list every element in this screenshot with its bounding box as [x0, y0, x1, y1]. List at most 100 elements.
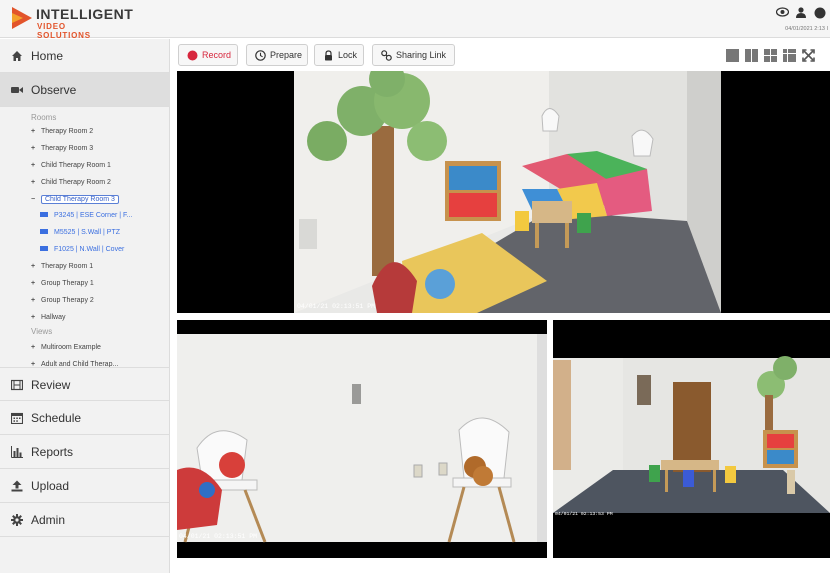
sharing-link-label: Sharing Link: [396, 50, 447, 60]
room-therapy-room-3[interactable]: + Therapy Room 3: [31, 145, 93, 152]
feed-timestamp: 04/01/21 02:13:53 PM: [555, 512, 613, 517]
eye-icon[interactable]: [775, 7, 790, 20]
camera-f1025[interactable]: F1025 | N.Wall | Cover: [40, 246, 124, 253]
nav-schedule[interactable]: Schedule: [0, 401, 170, 435]
clock-icon: [255, 50, 266, 61]
room-hallway[interactable]: + Hallway: [31, 314, 66, 321]
room-label: Hallway: [41, 314, 66, 321]
room-child-therapy-room-1[interactable]: + Child Therapy Room 1: [31, 162, 111, 169]
room-label: Therapy Room 2: [41, 128, 94, 135]
rooms-heading: Rooms: [31, 113, 57, 122]
room-therapy-room-1[interactable]: + Therapy Room 1: [31, 263, 93, 270]
link-icon: [381, 50, 392, 61]
feed-timestamp: 04/01/21 02:13:51 PM: [179, 533, 258, 540]
nav-observe[interactable]: Observe: [0, 73, 170, 107]
lock-icon: [323, 50, 334, 61]
room-label: Child Therapy Room 2: [41, 179, 111, 186]
lock-button[interactable]: Lock: [314, 44, 364, 66]
header-actions: 04/01/2021 2:13 I: [770, 4, 830, 34]
brand-subtitle: VIDEO SOLUTIONS: [37, 22, 91, 40]
brand-logo[interactable]: INTELLIGENT VIDEO SOLUTIONS: [12, 5, 133, 40]
nav-schedule-label: Schedule: [31, 411, 82, 425]
nav-review[interactable]: Review: [0, 367, 170, 401]
sidebar: Home Observe Rooms + Therapy Room 2 + Ther…: [0, 39, 170, 573]
room-label: Therapy Room 1: [41, 263, 94, 270]
camera-icon: [40, 246, 48, 251]
room-group-therapy-1[interactable]: + Group Therapy 1: [31, 280, 94, 287]
room-child-therapy-room-2[interactable]: + Child Therapy Room 2: [31, 179, 111, 186]
prepare-button[interactable]: Prepare: [246, 44, 308, 66]
expand-icon: +: [31, 128, 36, 135]
room-group-therapy-2[interactable]: + Group Therapy 2: [31, 297, 94, 304]
observe-subpanel: Rooms + Therapy Room 2 + Therapy Room 3 + C…: [0, 107, 170, 368]
camera-p3245[interactable]: P3245 | ESE Corner | F...: [40, 212, 132, 219]
calendar-icon: [10, 412, 24, 425]
camera-m5525[interactable]: M5525 | S.Wall | PTZ: [40, 229, 120, 236]
video-feed-left[interactable]: 04/01/21 02:13:51 PM: [177, 320, 547, 558]
view-label: Multiroom Example: [41, 344, 101, 351]
camera-label: P3245 | ESE Corner | F...: [54, 212, 133, 219]
expand-icon: +: [31, 297, 36, 304]
user-icon[interactable]: [796, 7, 806, 21]
nav-reports[interactable]: Reports: [0, 435, 170, 469]
header-datetime: 04/01/2021 2:13 I: [785, 26, 828, 32]
nav-home[interactable]: Home: [0, 39, 170, 73]
video-feed-right[interactable]: 04/01/21 02:13:53 PM: [553, 320, 830, 558]
room-label: Group Therapy 1: [41, 280, 94, 287]
upload-icon: [11, 480, 23, 492]
video-camera-icon: [11, 84, 23, 96]
nav-admin[interactable]: Admin: [0, 503, 170, 537]
two-column-layout-icon[interactable]: [745, 49, 758, 62]
expand-icon: +: [31, 344, 36, 351]
observe-toolbar: Record Prepare Lock Sharing Link: [170, 39, 830, 71]
fullscreen-icon[interactable]: [802, 49, 815, 62]
quad-layout-icon[interactable]: [764, 49, 777, 62]
lock-label: Lock: [338, 50, 358, 60]
nav-home-label: Home: [31, 49, 64, 63]
view-multiroom-example[interactable]: + Multiroom Example: [31, 344, 101, 351]
room-label-selected: Child Therapy Room 3: [41, 195, 119, 204]
record-label: Record: [202, 50, 232, 60]
camera-label: F1025 | N.Wall | Cover: [54, 246, 125, 253]
expand-icon: +: [31, 162, 36, 169]
film-icon: [10, 379, 24, 391]
nav-observe-label: Observe: [31, 83, 77, 97]
expand-icon: +: [31, 179, 36, 186]
nav-upload-label: Upload: [31, 479, 70, 493]
record-button[interactable]: Record: [178, 44, 238, 66]
expand-icon: +: [31, 263, 36, 270]
expand-icon: +: [31, 314, 36, 321]
prepare-label: Prepare: [270, 50, 303, 60]
help-icon[interactable]: [814, 7, 826, 22]
home-icon: [11, 50, 23, 62]
app-header: INTELLIGENT VIDEO SOLUTIONS 04/01/2021 2…: [0, 0, 830, 40]
corner-chairs-camera-image: [177, 320, 547, 558]
room-label: Child Therapy Room 1: [41, 162, 111, 169]
sharing-link-button[interactable]: Sharing Link: [372, 44, 455, 66]
collapse-icon: −: [31, 196, 36, 203]
layout-switcher: [726, 49, 826, 63]
room-label: Therapy Room 3: [41, 145, 94, 152]
video-feed-main[interactable]: 04/01/21 02:13:51 PM: [177, 71, 830, 313]
expand-icon: +: [31, 145, 36, 152]
nav-upload[interactable]: Upload: [0, 469, 170, 503]
brand-name: INTELLIGENT: [36, 6, 134, 22]
camera-label: M5525 | S.Wall | PTZ: [54, 229, 121, 236]
wide-room-camera-image: [553, 320, 830, 558]
nav-admin-label: Admin: [31, 513, 66, 527]
nav-reports-label: Reports: [31, 445, 74, 459]
views-heading: Views: [31, 327, 53, 336]
record-dot-icon: [187, 50, 198, 61]
room-child-therapy-room-3[interactable]: − Child Therapy Room 3: [31, 195, 119, 204]
single-layout-icon[interactable]: [726, 49, 739, 62]
bar-chart-icon: [11, 446, 23, 458]
camera-icon: [40, 212, 48, 217]
playroom-camera-image: [177, 71, 830, 313]
logo-mark-icon: [12, 7, 32, 29]
room-therapy-room-2[interactable]: + Therapy Room 2: [31, 128, 93, 135]
gear-icon: [11, 514, 23, 526]
camera-icon: [40, 229, 48, 234]
feed-timestamp: 04/01/21 02:13:51 PM: [297, 303, 376, 310]
room-label: Group Therapy 2: [41, 297, 94, 304]
nine-grid-layout-icon[interactable]: [783, 49, 796, 62]
